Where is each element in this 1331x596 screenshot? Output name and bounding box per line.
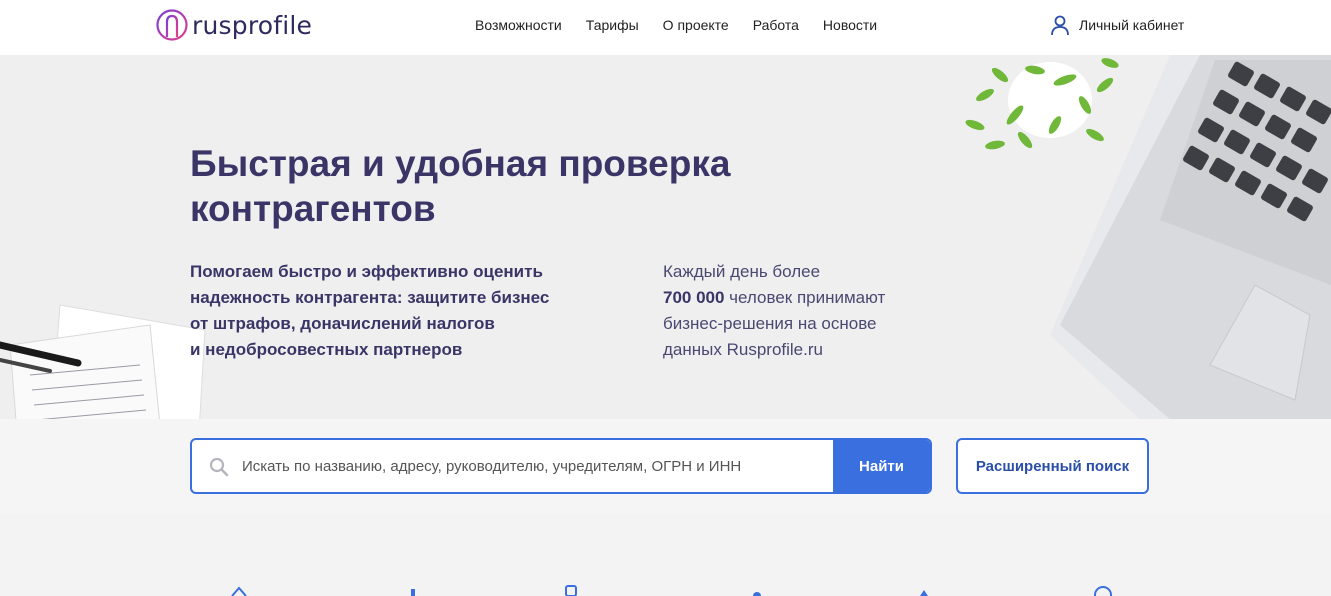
feature-icon — [753, 592, 761, 596]
user-icon — [1051, 15, 1069, 36]
main-nav: Возможности Тарифы О проекте Работа Ново… — [475, 17, 901, 33]
logo-icon — [156, 9, 188, 41]
logo-text: rusprofile — [192, 10, 313, 40]
hero-title-line-1: Быстрая и удобная проверка — [190, 143, 731, 184]
search-icon — [209, 457, 229, 477]
stats-line-4: данных Rusprofile.ru — [663, 340, 823, 359]
advanced-search-button[interactable]: Расширенный поиск — [956, 438, 1149, 494]
nav-item-news[interactable]: Новости — [823, 17, 877, 33]
feature-icon — [920, 590, 928, 596]
account-label: Личный кабинет — [1079, 17, 1185, 33]
search-form: Найти — [190, 438, 932, 494]
nav-item-jobs[interactable]: Работа — [753, 17, 799, 33]
account-link[interactable]: Личный кабинет — [1049, 14, 1184, 36]
search-input[interactable] — [242, 440, 832, 492]
feature-icon — [1094, 586, 1112, 596]
stats-line-2: человек принимают — [724, 288, 886, 307]
feature-icon — [231, 586, 247, 596]
hero-title-line-2: контрагентов — [190, 188, 436, 229]
nav-item-features[interactable]: Возможности — [475, 17, 562, 33]
hero-stats: Каждый день более 700 000 человек приним… — [663, 259, 963, 363]
stats-line-3: бизнес-решения на основе — [663, 314, 877, 333]
hero-title: Быстрая и удобная проверка контрагентов — [190, 141, 790, 231]
nav-item-about[interactable]: О проекте — [663, 17, 729, 33]
rusprofile-logo[interactable]: rusprofile — [155, 8, 312, 42]
nav-item-pricing[interactable]: Тарифы — [586, 17, 639, 33]
search-button[interactable]: Найти — [833, 440, 930, 492]
hero-desc-line: Помогаем быстро и эффективно оценить — [190, 262, 543, 281]
site-header: rusprofile Возможности Тарифы О проекте … — [0, 0, 1331, 55]
hero-description: Помогаем быстро и эффективно оценить над… — [190, 259, 610, 363]
hero-section: Быстрая и удобная проверка контрагентов … — [0, 55, 1331, 513]
stats-number: 700 000 — [663, 288, 725, 307]
hero-desc-line: надежность контрагента: защитите бизнес — [190, 288, 550, 307]
hero-desc-line: от штрафов, доначислений налогов — [190, 314, 495, 333]
feature-icon — [565, 585, 577, 596]
stats-line-1: Каждый день более — [663, 262, 821, 281]
feature-icon — [411, 589, 415, 596]
hero-desc-line: и недобросовестных партнеров — [190, 340, 463, 359]
features-strip — [0, 513, 1331, 596]
